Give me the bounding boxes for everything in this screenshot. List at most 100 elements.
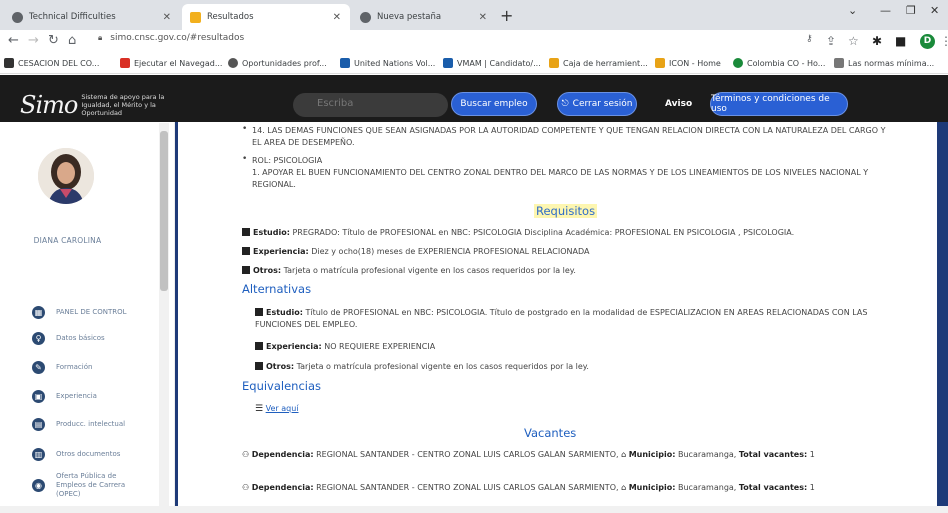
group-icon: ⚇ [242,450,250,459]
home-icon: ⌂ [621,450,627,459]
bookmark-icon [340,58,350,68]
bookmarks-bar: CESACION DEL CO... Ejecutar el Navegad..… [0,54,948,74]
requisitos-title: Requisitos [534,204,598,218]
sidebar-item-datos[interactable]: ♀ Datos básicos [0,328,160,348]
sidebar-item-otros[interactable]: ▥ Otros documentos [0,444,160,464]
bullet: • [242,154,248,164]
bullet: • [242,124,248,134]
sidebar: DIANA CAROLINA ▦ PANEL DE CONTROL ♀ Dato… [0,122,175,513]
briefcase-icon: ▣ [32,389,45,403]
sidepanel-icon[interactable]: ■ [895,34,906,48]
new-tab-button[interactable]: + [500,6,513,25]
aviso-link[interactable]: Aviso [665,99,692,109]
browser-toolbar: ← → ↻ ⌂ 🔒︎ simo.cnsc.gov.co/#resultados … [0,30,948,54]
alternativa-otros: Otros: Tarjeta o matrícula profesional v… [255,361,589,373]
close-window-button[interactable]: ✕ [930,4,939,17]
book-icon [255,308,263,316]
sidebar-item-produccion[interactable]: ▤ Producc. intelectual [0,414,160,434]
close-icon[interactable]: ✕ [333,12,341,23]
sidebar-item-opec[interactable]: ◉ Oferta Pública de Empleos de Carrera (… [0,472,160,498]
requisito-otros: Otros: Tarjeta o matrícula profesional v… [242,265,576,277]
bookmark-item[interactable]: Caja de herramient... [549,58,648,68]
vacante-row: ⚇ Dependencia: REGIONAL SANTANDER - CENT… [242,483,815,492]
tab-title: Technical Difficulties [29,12,116,22]
bookmark-item[interactable]: Ejecutar el Navegad... [120,58,222,68]
menu-icon[interactable]: ⋮ [940,34,948,48]
list-icon: ☰ [255,404,264,414]
back-icon[interactable]: ← [8,33,19,48]
horizontal-scrollbar[interactable] [0,506,948,513]
reload-icon[interactable]: ↻ [48,33,59,48]
document-icon: ▥ [32,447,45,461]
scroll-thumb[interactable] [160,131,168,291]
alternativas-title: Alternativas [242,282,312,296]
content-right-border [937,122,948,513]
avatar [38,148,94,204]
group-icon: ⚇ [242,483,250,492]
vacantes-title: Vacantes [524,426,577,440]
list-icon [242,266,250,274]
terminos-button[interactable]: Términos y condiciones de uso [710,92,848,116]
lock-icon: 🔒︎ [98,33,103,42]
bookmark-icon [733,58,743,68]
minimize-button[interactable]: — [880,4,891,17]
dashboard-icon: ▦ [32,305,45,319]
user-icon: ♀ [32,331,45,345]
bookmark-item[interactable]: United Nations Vol... [340,58,435,68]
bookmark-icon [443,58,453,68]
site-header: Simo Sistema de apoyo para la Igualdad, … [0,75,948,122]
home-icon: ⌂ [621,483,627,492]
rol-label: ROL: PSICOLOGIA [252,156,323,165]
sidebar-item-panel[interactable]: ▦ PANEL DE CONTROL [0,302,160,322]
profile-avatar[interactable]: D [920,34,935,49]
bookmark-item[interactable]: Oportunidades prof... [228,58,327,68]
logout-icon: ⎋ [561,99,569,109]
search-input[interactable]: Escriba [293,93,448,117]
bookmark-item[interactable]: ICON - Home [655,58,721,68]
address-bar[interactable]: 🔒︎ simo.cnsc.gov.co/#resultados [98,33,244,43]
home-icon[interactable]: ⌂ [68,33,76,48]
user-name: DIANA CAROLINA [33,236,102,245]
bookmark-item[interactable]: VMAM | Candidato/... [443,58,541,68]
vacante-row: ⚇ Dependencia: REGIONAL SANTANDER - CENT… [242,450,815,459]
tab-resultados[interactable]: Resultados ✕ [182,4,350,30]
alternativa-estudio: Estudio: Título de PROFESIONAL en NBC: P… [255,308,868,329]
bookmark-item[interactable]: Las normas mínima... [834,58,934,68]
bookmark-icon [834,58,844,68]
forward-icon[interactable]: → [28,33,39,48]
star-icon[interactable]: ☆ [848,34,859,48]
extensions-icon[interactable]: ✱ [872,34,882,48]
close-icon[interactable]: ✕ [479,12,487,23]
equivalencias-title: Equivalencias [242,379,322,393]
simo-logo[interactable]: Simo Sistema de apoyo para la Igualdad, … [20,91,191,119]
graduation-icon [242,228,250,236]
close-icon[interactable]: ✕ [163,12,171,23]
sidebar-scrollbar[interactable] [159,123,169,513]
sidebar-item-experiencia[interactable]: ▣ Experiencia [0,386,160,406]
briefcase-icon [242,247,250,255]
content-left-border [175,122,178,513]
briefcase-icon [255,342,263,350]
key-icon[interactable]: ⚷ [806,34,813,44]
rol-item: 1. APOYAR EL BUEN FUNCIONAMIENTO DEL CEN… [252,168,869,189]
sidebar-item-formacion[interactable]: ✎ Formación [0,357,160,377]
list-icon [255,362,263,370]
simo-favicon-icon [190,11,201,23]
share-icon[interactable]: ⇪ [826,34,836,48]
buscar-empleo-button[interactable]: Buscar empleo [451,92,537,116]
requisito-estudio: Estudio: PREGRADO: Título de PROFESIONAL… [242,227,794,239]
bookmark-icon [549,58,559,68]
tab-nueva-pestana[interactable]: Nueva pestaña ✕ [352,4,496,30]
tab-search-icon[interactable]: ⌄ [848,4,857,17]
tab-title: Nueva pestaña [377,12,442,22]
tab-technical-difficulties[interactable]: Technical Difficulties ✕ [4,4,180,30]
bookmark-item[interactable]: Colombia CO - Ho... [733,58,825,68]
chrome-icon [360,11,371,23]
bookmark-item[interactable]: CESACION DEL CO... [4,58,99,68]
ver-aqui-link[interactable]: ☰ Ver aquí [255,403,299,415]
browser-tab-bar: Technical Difficulties ✕ Resultados ✕ Nu… [0,0,948,30]
alternativa-experiencia: Experiencia: NO REQUIERE EXPERIENCIA [255,341,435,353]
globe-icon: ◉ [32,478,45,492]
cerrar-sesion-button[interactable]: ⎋ Cerrar sesión [557,92,637,116]
restore-button[interactable]: ❐ [906,4,916,17]
